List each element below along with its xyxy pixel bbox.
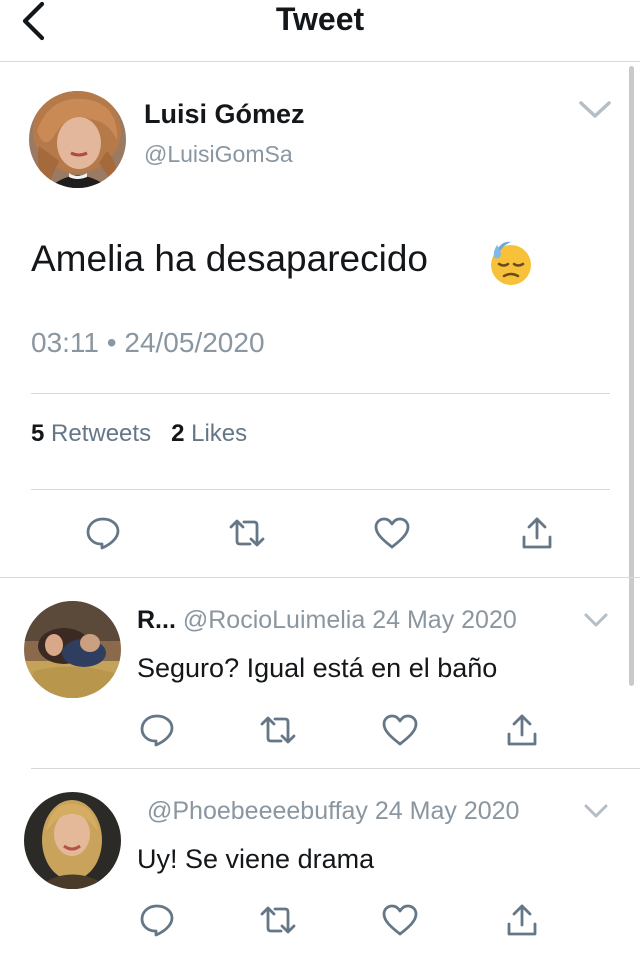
- reply-text: Seguro? Igual está en el baño: [137, 653, 498, 683]
- reply-author-handle[interactable]: @RocioLuimelia: [183, 606, 365, 634]
- share-icon: [507, 904, 537, 936]
- reply-author-handle[interactable]: @Phoebeeeebuffay: [147, 797, 368, 825]
- downcast-face-with-sweat-icon: [489, 240, 533, 286]
- retweet-button[interactable]: [258, 900, 298, 940]
- tweet-text: Amelia ha desaparecido: [31, 238, 428, 279]
- retweet-icon: [260, 716, 296, 744]
- author-handle[interactable]: @LuisiGomSa: [144, 141, 293, 168]
- likes-count: 2: [171, 420, 185, 447]
- reply-button[interactable]: [137, 900, 177, 940]
- reply-icon: [140, 714, 174, 747]
- top-bar: Tweet: [0, 0, 640, 62]
- scrollbar[interactable]: [629, 66, 634, 686]
- chevron-down-icon: [579, 101, 611, 118]
- divider: [31, 768, 640, 769]
- likes-label: Likes: [191, 420, 248, 447]
- retweet-button[interactable]: [227, 513, 267, 553]
- divider: [31, 393, 610, 394]
- author-name[interactable]: Luisi Gómez: [144, 99, 305, 130]
- reply-date: 24 May 2020: [374, 797, 520, 825]
- share-button[interactable]: [502, 710, 542, 750]
- likes-link[interactable]: 2 Likes: [171, 420, 247, 447]
- reply-button[interactable]: [137, 710, 177, 750]
- avatar[interactable]: [24, 601, 121, 698]
- page-title: Tweet: [275, 1, 365, 37]
- reply-button[interactable]: [83, 513, 123, 553]
- like-button[interactable]: [372, 513, 412, 553]
- timestamp-separator: •: [106, 327, 117, 358]
- reply-menu-button[interactable]: [583, 611, 609, 629]
- like-button[interactable]: [380, 710, 420, 750]
- retweets-count: 5: [31, 420, 45, 447]
- reply-date: 24 May 2020: [372, 606, 517, 634]
- reply-text: Uy! Se viene drama: [137, 844, 375, 874]
- like-button[interactable]: [380, 900, 420, 940]
- reply-icon: [140, 904, 174, 937]
- heart-icon: [374, 517, 410, 549]
- tweet-date: 24/05/2020: [124, 327, 265, 358]
- reply-author-name[interactable]: R...: [137, 606, 176, 634]
- reply-header: R... @RocioLuimelia 24 May 2020: [137, 606, 517, 635]
- retweet-button[interactable]: [258, 710, 298, 750]
- divider: [31, 489, 610, 490]
- reply-menu-button[interactable]: [583, 802, 609, 820]
- heart-icon: [382, 904, 418, 936]
- retweets-link[interactable]: 5 Retweets: [31, 420, 151, 447]
- reply-header: @Phoebeeeebuffay 24 May 2020: [147, 797, 519, 826]
- tweet-menu-button[interactable]: [578, 99, 612, 121]
- chevron-down-icon: [584, 804, 608, 818]
- heart-icon: [382, 714, 418, 746]
- share-button[interactable]: [517, 513, 557, 553]
- tweet-stats: 5 Retweets 2 Likes: [31, 420, 247, 448]
- avatar[interactable]: [24, 792, 121, 889]
- share-icon: [522, 517, 552, 549]
- tweet-timestamp: 03:11 • 24/05/2020: [31, 327, 265, 359]
- divider: [0, 577, 640, 578]
- retweet-icon: [229, 519, 265, 547]
- tweet-time: 03:11: [31, 327, 99, 358]
- retweet-icon: [260, 906, 296, 934]
- chevron-down-icon: [584, 613, 608, 627]
- avatar[interactable]: [29, 91, 126, 188]
- share-icon: [507, 714, 537, 746]
- retweets-label: Retweets: [51, 420, 152, 447]
- reply-icon: [86, 517, 120, 550]
- share-button[interactable]: [502, 900, 542, 940]
